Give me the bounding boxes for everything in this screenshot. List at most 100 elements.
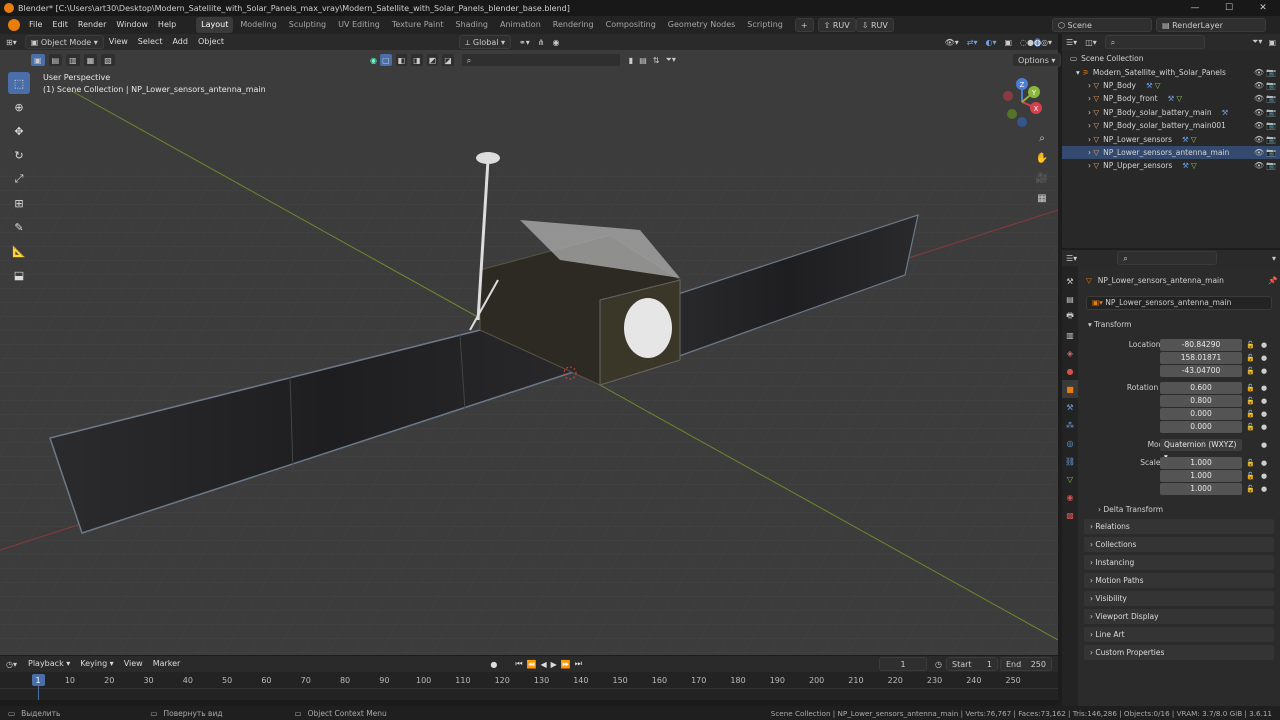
outliner-search-input[interactable]: ⌕: [1104, 35, 1205, 49]
camera-icon[interactable]: 🎥: [1034, 170, 1050, 186]
snap-icon[interactable]: ⋔: [538, 38, 545, 47]
close-button[interactable]: ✕: [1246, 0, 1280, 16]
move-tool-icon[interactable]: ✥: [8, 120, 30, 142]
tab-sculpting[interactable]: Sculpting: [284, 17, 331, 33]
outliner-item[interactable]: › ▽ NP_Body_front ⚒ ▽ 👁 📷: [1062, 92, 1280, 105]
eye-icon[interactable]: 👁: [1254, 148, 1264, 157]
sort-icon[interactable]: ⇅: [653, 56, 660, 65]
filter-icon-5[interactable]: ◪: [441, 53, 455, 67]
menu-window[interactable]: Window: [111, 16, 153, 34]
select-invert-icon[interactable]: ▦: [82, 53, 99, 67]
rotation-w-field[interactable]: 0.600: [1160, 381, 1242, 394]
ruv-button-1[interactable]: ⇧ RUV: [817, 18, 856, 32]
start-frame-field[interactable]: Start 1: [946, 657, 998, 671]
keyframe-dot-icon[interactable]: ●: [1261, 354, 1267, 362]
render-tab-icon[interactable]: ▤: [1062, 290, 1078, 308]
filter-icon-4[interactable]: ◩: [425, 53, 440, 67]
keyframe-dot-icon[interactable]: ●: [1261, 410, 1267, 418]
filter-icon-3[interactable]: ◨: [410, 53, 424, 67]
filter-icon-2[interactable]: ◧: [394, 53, 409, 67]
tab-rendering[interactable]: Rendering: [548, 17, 599, 33]
section-visibility[interactable]: › Visibility: [1084, 591, 1274, 606]
section-collections[interactable]: › Collections: [1084, 537, 1274, 552]
eye-icon[interactable]: 👁: [1254, 161, 1264, 170]
select-subtract-icon[interactable]: ▥: [65, 53, 81, 67]
proportional-edit-icon[interactable]: ◉: [552, 38, 559, 47]
eye-icon[interactable]: 👁: [1254, 94, 1264, 103]
select-intersect-icon[interactable]: ▧: [100, 53, 116, 67]
render-camera-icon[interactable]: 📷: [1266, 81, 1276, 90]
tab-scripting[interactable]: Scripting: [742, 17, 788, 33]
color-icon[interactable]: ◉: [370, 56, 377, 65]
section-instancing[interactable]: › Instancing: [1084, 555, 1274, 570]
lock-icon[interactable]: 🔓: [1246, 459, 1255, 467]
transform-panel-header[interactable]: ▾ Transform: [1088, 318, 1280, 331]
annotate-tool-icon[interactable]: ✎: [8, 216, 30, 238]
jump-end-icon[interactable]: ⏭: [575, 659, 582, 669]
keyframe-dot-icon[interactable]: ●: [1261, 485, 1267, 493]
render-camera-icon[interactable]: 📷: [1266, 94, 1276, 103]
chevron-down-icon[interactable]: ▾: [1272, 254, 1276, 263]
options-button[interactable]: Options ▾: [1012, 53, 1062, 67]
scene-tab-icon[interactable]: ◈: [1062, 344, 1078, 362]
render-camera-icon[interactable]: 📷: [1266, 161, 1276, 170]
3d-viewport[interactable]: [0, 50, 1058, 655]
object-tab-icon[interactable]: ■: [1062, 380, 1078, 398]
location-x-field[interactable]: -80.84290: [1160, 338, 1242, 351]
location-z-field[interactable]: -43.04700: [1160, 364, 1242, 377]
menu-object[interactable]: Object: [193, 34, 229, 50]
render-layer-selector[interactable]: ▤ RenderLayer: [1156, 18, 1266, 32]
gizmo-icon[interactable]: ⇄▾: [967, 38, 978, 47]
funnel-icon[interactable]: ⏷▾: [665, 55, 675, 65]
record-icon[interactable]: ●: [490, 660, 497, 669]
menu-file[interactable]: File: [24, 16, 47, 34]
add-workspace-button[interactable]: +: [794, 18, 814, 32]
outliner-item[interactable]: › ▽ NP_Upper_sensors ⚒ ▽ 👁 📷: [1062, 159, 1280, 172]
modifier-tab-icon[interactable]: ⚒: [1062, 398, 1078, 416]
viewport-search-input[interactable]: ⌕: [460, 53, 621, 67]
bookmark-icon[interactable]: ▮: [629, 56, 633, 65]
tab-shading[interactable]: Shading: [450, 17, 493, 33]
jump-keyframe-forward-icon[interactable]: ⏩: [561, 660, 571, 669]
eye-icon[interactable]: 👁: [1254, 108, 1264, 117]
xray-icon[interactable]: ▣: [1004, 38, 1012, 47]
transform-tool-icon[interactable]: ⊞: [8, 192, 30, 214]
delta-transform-header[interactable]: › Delta Transform: [1098, 503, 1280, 516]
outliner-item[interactable]: › ▽ NP_Body_solar_battery_main ⚒ 👁 📷: [1062, 106, 1280, 119]
pan-hand-icon[interactable]: ✋: [1034, 150, 1050, 166]
display-mode-icon[interactable]: ◫▾: [1085, 38, 1097, 47]
select-box-tool-icon[interactable]: ⬚: [8, 72, 30, 94]
keyframe-dot-icon[interactable]: ●: [1261, 459, 1267, 467]
menu-edit[interactable]: Edit: [47, 16, 73, 34]
pin-icon[interactable]: 📌: [1268, 276, 1277, 285]
keyframe-dot-icon[interactable]: ●: [1261, 341, 1267, 349]
tab-modeling[interactable]: Modeling: [235, 17, 281, 33]
render-camera-icon[interactable]: 📷: [1266, 148, 1276, 157]
visibility-icon[interactable]: 👁▾: [945, 38, 959, 47]
editor-type-icon[interactable]: ⊞▾: [6, 38, 17, 47]
blender-menu-icon[interactable]: [8, 19, 20, 31]
tool-tab-icon[interactable]: ⚒: [1062, 272, 1078, 290]
menu-select[interactable]: Select: [133, 34, 168, 50]
layers-icon[interactable]: ▤: [639, 56, 647, 65]
shading-wire-icon[interactable]: ◌: [1020, 38, 1027, 47]
outliner-item[interactable]: › ▽ NP_Lower_sensors ⚒ ▽ 👁 📷: [1062, 132, 1280, 145]
outliner-root[interactable]: ▭ Scene Collection: [1062, 52, 1280, 65]
clock-icon[interactable]: ◷: [935, 660, 942, 669]
lock-icon[interactable]: 🔓: [1246, 397, 1255, 405]
tab-uv-editing[interactable]: UV Editing: [333, 17, 385, 33]
section-relations[interactable]: › Relations: [1084, 519, 1274, 534]
play-reverse-icon[interactable]: ◀: [541, 660, 547, 669]
lock-icon[interactable]: 🔓: [1246, 423, 1255, 431]
scale-tool-icon[interactable]: ⤢: [8, 168, 30, 190]
section-viewport-display[interactable]: › Viewport Display: [1084, 609, 1274, 624]
physics-tab-icon[interactable]: ◎: [1062, 434, 1078, 452]
properties-search-input[interactable]: ⌕: [1117, 251, 1218, 265]
section-line-art[interactable]: › Line Art: [1084, 627, 1274, 642]
rotate-tool-icon[interactable]: ↻: [8, 144, 30, 166]
scale-z-field[interactable]: 1.000: [1160, 482, 1242, 495]
world-tab-icon[interactable]: ●: [1062, 362, 1078, 380]
menu-view[interactable]: View: [104, 34, 133, 50]
lock-icon[interactable]: 🔓: [1246, 367, 1255, 375]
view-layer-tab-icon[interactable]: ▥: [1062, 326, 1078, 344]
